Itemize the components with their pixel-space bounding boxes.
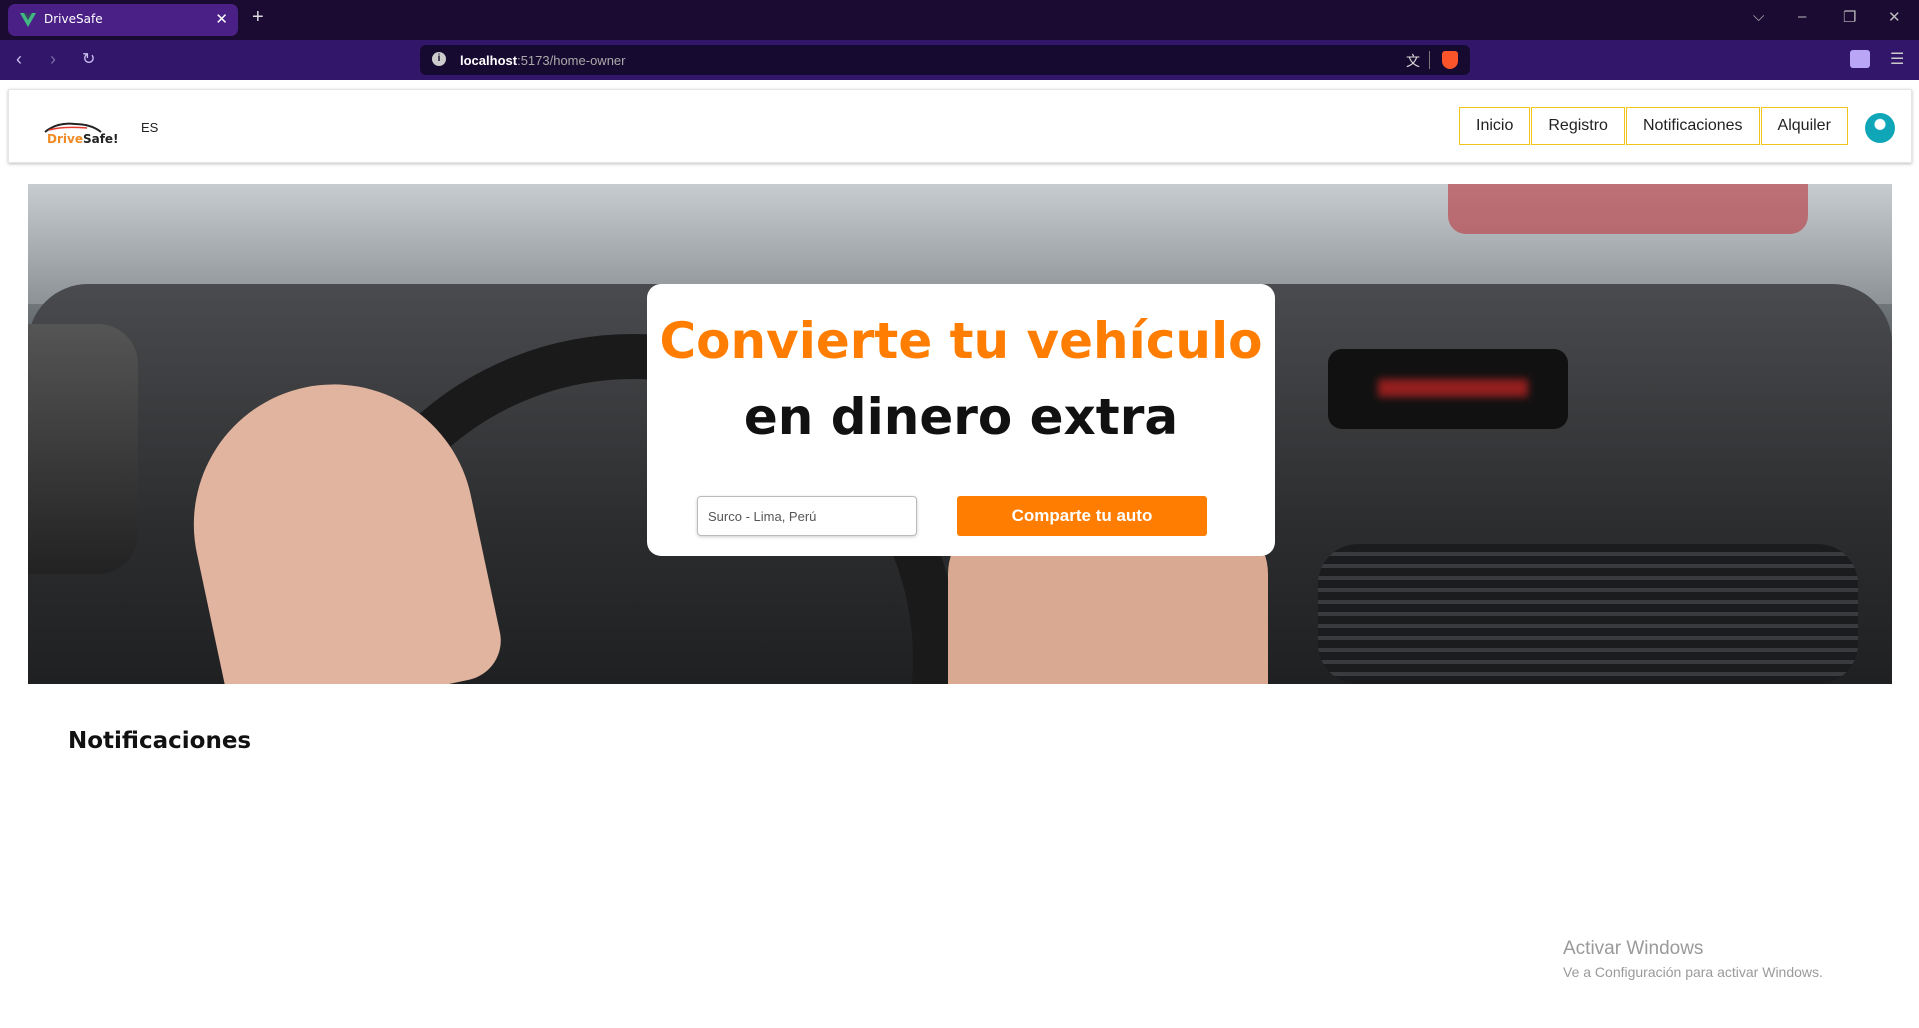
new-tab-icon[interactable]: + <box>252 6 264 29</box>
nav-inicio[interactable]: Inicio <box>1459 107 1531 145</box>
hero-vent-bg <box>1318 544 1858 684</box>
tab-close-icon[interactable]: ✕ <box>215 10 228 28</box>
app-header: DriveSafe! ES Inicio Registro Notificaci… <box>8 89 1912 163</box>
notifications-title: Notificaciones <box>68 728 252 754</box>
vue-icon <box>20 13 36 27</box>
site-info-icon[interactable]: i <box>432 52 446 66</box>
back-icon[interactable]: ‹ <box>16 49 22 70</box>
browser-tab-bar: DriveSafe ✕ + ⌵ – ❐ ✕ <box>0 0 1919 40</box>
translate-icon[interactable]: 文 <box>1406 51 1420 71</box>
hero-car-bg <box>1448 184 1808 234</box>
tab-search-icon[interactable]: ⌵ <box>1753 8 1764 25</box>
reload-icon[interactable]: ↻ <box>82 49 95 69</box>
logo[interactable]: DriveSafe! <box>39 118 119 146</box>
windows-activate-subtitle: Ve a Configuración para activar Windows. <box>1563 964 1823 980</box>
close-window-icon[interactable]: ✕ <box>1888 8 1901 26</box>
logo-text: DriveSafe! <box>47 132 119 146</box>
nav-alquiler[interactable]: Alquiler <box>1760 107 1848 145</box>
url-field[interactable]: i localhost:5173/home-owner 文 <box>420 45 1470 75</box>
hero-title-line-1: Convierte tu vehículo <box>659 312 1263 370</box>
brave-shield-icon[interactable] <box>1442 51 1458 69</box>
hero-title-line-2: en dinero extra <box>743 388 1179 446</box>
windows-activate-title: Activar Windows <box>1563 938 1704 959</box>
location-input[interactable] <box>697 496 917 536</box>
wallet-icon[interactable] <box>1850 50 1870 68</box>
url-divider <box>1429 51 1430 69</box>
main-nav: Inicio Registro Notificaciones Alquiler <box>1459 107 1849 145</box>
tab-title: DriveSafe <box>44 12 103 26</box>
hero-display-glow <box>1378 379 1528 397</box>
hero-card: Convierte tu vehículo en dinero extra Co… <box>647 284 1275 556</box>
address-bar: ‹ › ↻ i localhost:5173/home-owner 文 ☰ <box>0 40 1919 80</box>
share-car-button[interactable]: Comparte tu auto <box>957 496 1207 536</box>
forward-icon[interactable]: › <box>50 49 56 70</box>
nav-registro[interactable]: Registro <box>1531 107 1625 145</box>
nav-notificaciones[interactable]: Notificaciones <box>1625 107 1760 145</box>
browser-tab[interactable]: DriveSafe ✕ <box>8 4 238 36</box>
hero-mirror-bg <box>28 324 138 574</box>
avatar[interactable] <box>1865 113 1895 143</box>
language-selector[interactable]: ES <box>141 120 158 135</box>
minimize-icon[interactable]: – <box>1798 8 1806 25</box>
menu-icon[interactable]: ☰ <box>1890 49 1904 69</box>
restore-icon[interactable]: ❐ <box>1843 8 1856 26</box>
url-text: localhost:5173/home-owner <box>460 53 626 68</box>
